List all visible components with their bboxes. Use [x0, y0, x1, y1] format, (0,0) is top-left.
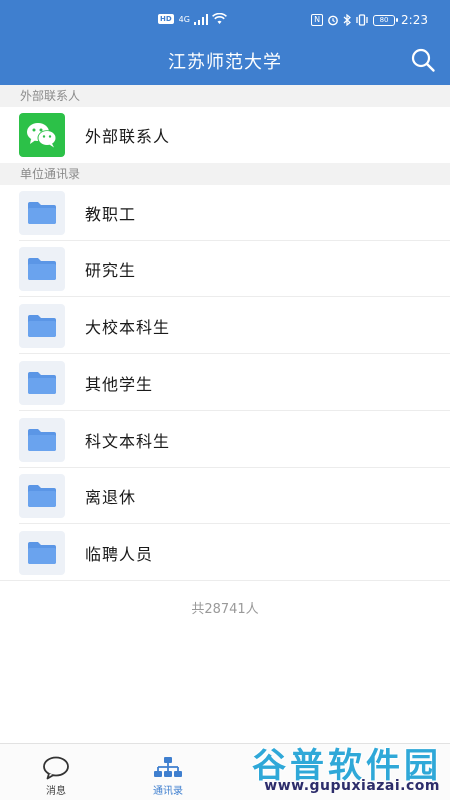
tab-label: 通讯录	[153, 786, 183, 797]
folder-icon	[19, 191, 65, 235]
directory-row-retired[interactable]: 离退休	[0, 468, 450, 524]
directory-row-temporary[interactable]: 临聘人员	[0, 525, 450, 581]
directory-label: 临聘人员	[85, 545, 154, 564]
status-time: 2:23	[401, 13, 428, 27]
total-count: 共28741人	[191, 602, 259, 617]
directory-row-staff[interactable]: 教职工	[0, 185, 450, 241]
tab-messages[interactable]: 消息	[0, 744, 112, 800]
directory-label: 教职工	[85, 205, 137, 224]
directory-row-kewen[interactable]: 科文本科生	[0, 412, 450, 468]
nfc-icon: N	[311, 14, 324, 26]
alarm-icon	[328, 15, 338, 26]
status-left: HD 4G	[158, 13, 227, 25]
directory-label: 科文本科生	[85, 432, 171, 451]
folder-icon	[19, 361, 65, 405]
search-icon	[411, 48, 435, 72]
tab-contacts[interactable]: 通讯录	[112, 744, 224, 800]
folder-icon	[19, 418, 65, 462]
signal-icon	[193, 13, 208, 25]
directory-row-graduate[interactable]: 研究生	[0, 241, 450, 297]
directory-label: 离退休	[85, 488, 137, 507]
contact-label: 外部联系人	[85, 127, 171, 146]
folder-icon	[19, 474, 65, 518]
row-divider	[19, 353, 450, 354]
watermark-url: www.gupuxiazai.com	[264, 778, 440, 794]
folder-icon	[19, 531, 65, 575]
directory-label: 研究生	[85, 261, 137, 280]
network-label: 4G	[178, 14, 190, 24]
row-divider	[19, 296, 450, 297]
directory-row-other-students[interactable]: 其他学生	[0, 355, 450, 411]
row-divider	[0, 580, 450, 581]
hd-badge: HD	[158, 14, 174, 24]
row-divider	[19, 523, 450, 524]
wechat-icon	[19, 113, 65, 157]
status-right: N 80 2:23	[311, 13, 428, 27]
wifi-icon	[212, 13, 227, 24]
battery-icon: 80	[373, 14, 399, 26]
contact-row-external[interactable]: 外部联系人	[0, 107, 450, 163]
watermark: 谷普软件园 www.gupuxiazai.com	[230, 738, 442, 796]
search-button[interactable]	[410, 47, 436, 73]
section-label-external: 外部联系人	[0, 85, 450, 107]
app-header: HD 4G N 80 2:23 江苏师范大学	[0, 0, 450, 85]
folder-icon	[19, 247, 65, 291]
folder-icon	[19, 304, 65, 348]
directory-row-undergraduate[interactable]: 大校本科生	[0, 298, 450, 354]
directory-label: 其他学生	[85, 375, 154, 394]
directory-label: 大校本科生	[85, 318, 171, 337]
row-divider	[19, 410, 450, 411]
tab-label: 消息	[46, 786, 66, 797]
status-bar: HD 4G N 80 2:23	[0, 0, 450, 40]
org-chart-icon	[153, 755, 183, 781]
bluetooth-icon	[343, 14, 351, 26]
section-label-directory: 单位通讯录	[0, 163, 450, 185]
page-title: 江苏师范大学	[168, 52, 282, 73]
chat-bubble-icon	[41, 755, 71, 781]
vibrate-icon	[356, 14, 368, 26]
